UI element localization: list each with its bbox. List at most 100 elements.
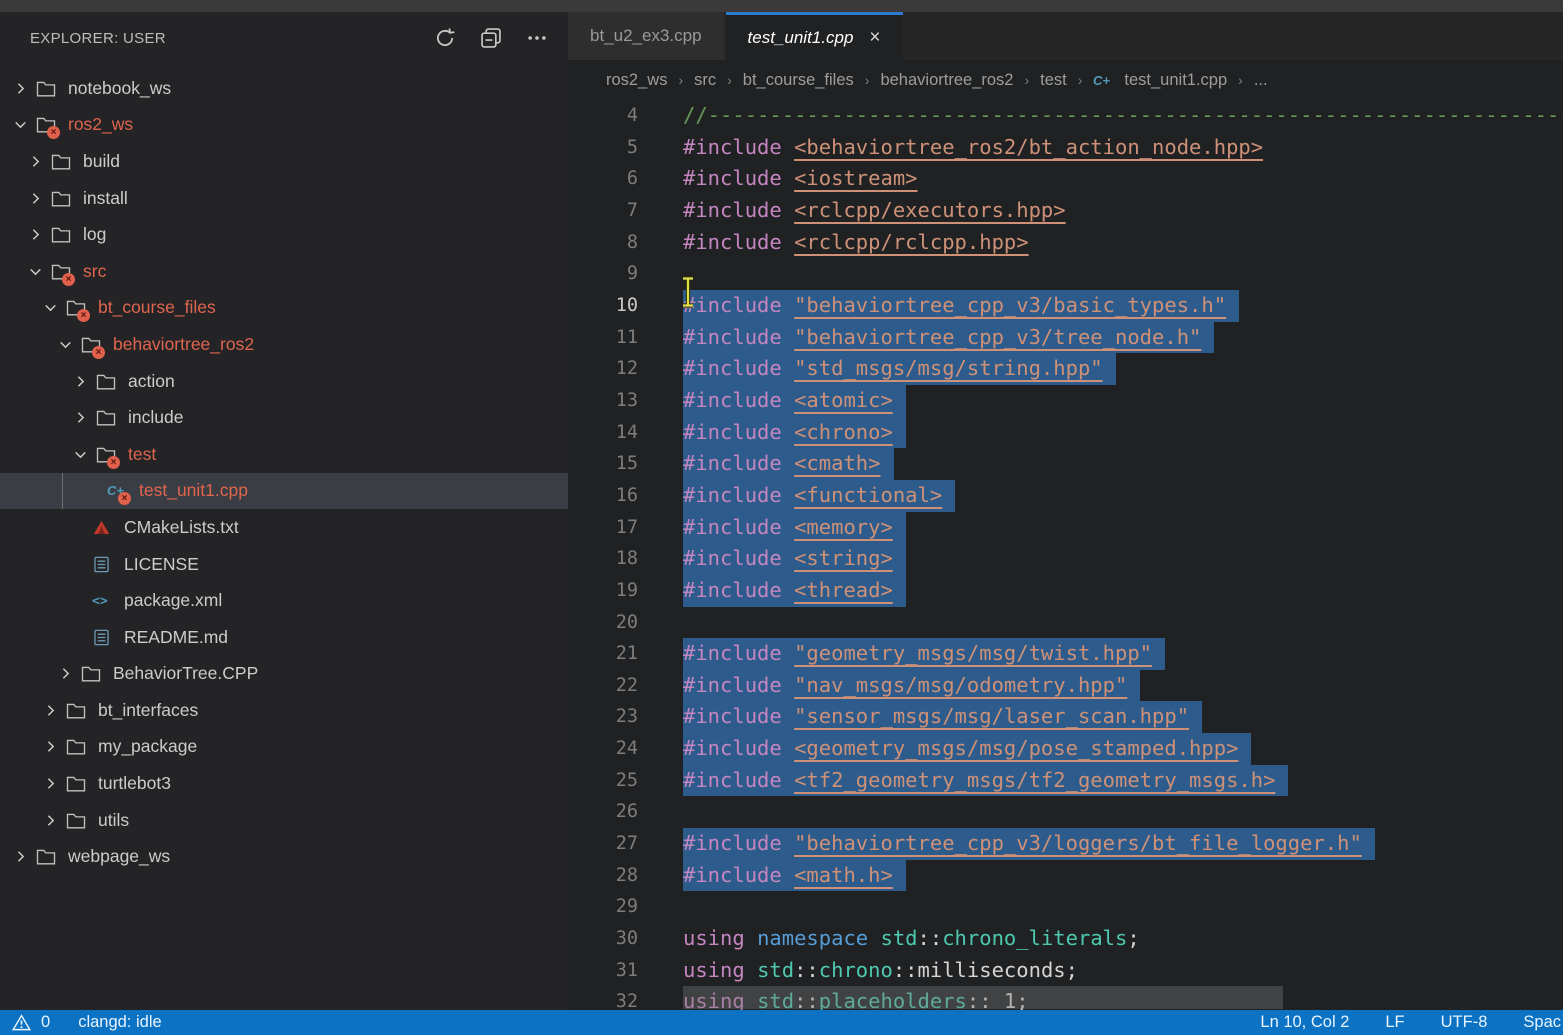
chevron-right-icon[interactable] — [42, 738, 66, 755]
refresh-explorer-icon[interactable] — [434, 27, 456, 49]
chevron-right-icon[interactable] — [42, 812, 66, 829]
tree-item-behaviortree_ros2[interactable]: ×behaviortree_ros2 — [0, 326, 568, 363]
code-line-18[interactable]: 18#include <string> — [568, 543, 1563, 575]
code-line-30[interactable]: 30using namespace std::chrono_literals; — [568, 923, 1563, 955]
chevron-down-icon[interactable] — [27, 263, 51, 280]
breadcrumb-separator-icon: › — [678, 72, 683, 88]
folder-icon — [51, 153, 83, 170]
tree-item-webpage_ws[interactable]: webpage_ws — [0, 838, 568, 875]
code-line-15[interactable]: 15#include <cmath> — [568, 448, 1563, 480]
code-line-16[interactable]: 16#include <functional> — [568, 480, 1563, 512]
problems-count[interactable]: 0 — [41, 1013, 50, 1032]
tree-item-README.md[interactable]: README.md — [0, 619, 568, 656]
cursor-position[interactable]: Ln 10, Col 2 — [1260, 1013, 1349, 1032]
code-line-31[interactable]: 31using std::chrono::milliseconds; — [568, 955, 1563, 987]
code-line-5[interactable]: 5#include <behaviortree_ros2/bt_action_n… — [568, 132, 1563, 164]
code-line-4[interactable]: 4//-------------------------------------… — [568, 100, 1563, 132]
tree-item-test_unit1.cpp[interactable]: C+×test_unit1.cpp — [0, 473, 568, 510]
chevron-right-icon[interactable] — [42, 775, 66, 792]
code-line-13[interactable]: 13#include <atomic> — [568, 385, 1563, 417]
tree-item-label: BehaviorTree.CPP — [113, 663, 258, 684]
chevron-right-icon[interactable] — [27, 226, 51, 243]
tree-item-install[interactable]: install — [0, 180, 568, 217]
breadcrumb-item-ros2_ws[interactable]: ros2_ws — [606, 71, 667, 90]
indent-indicator[interactable]: Spac — [1523, 1013, 1561, 1032]
chevron-right-icon[interactable] — [27, 153, 51, 170]
code-line-12[interactable]: 12#include "std_msgs/msg/string.hpp" — [568, 353, 1563, 385]
breadcrumb-item-behaviortree_ros2[interactable]: behaviortree_ros2 — [880, 71, 1013, 90]
code-line-17[interactable]: 17#include <memory> — [568, 512, 1563, 544]
tab-test_unit1.cpp[interactable]: test_unit1.cpp× — [726, 12, 903, 60]
breadcrumb-item-bt_course_files[interactable]: bt_course_files — [743, 71, 854, 90]
folder-icon — [66, 812, 98, 829]
code-line-24[interactable]: 24#include <geometry_msgs/msg/pose_stamp… — [568, 733, 1563, 765]
close-tab-icon[interactable]: × — [869, 28, 880, 47]
folder-icon — [66, 702, 98, 719]
folder-icon: × — [96, 446, 128, 463]
code-line-7[interactable]: 7#include <rclcpp/executors.hpp> — [568, 195, 1563, 227]
window-title-strip — [0, 0, 1563, 12]
breadcrumb-item-...[interactable]: ... — [1254, 71, 1268, 90]
chevron-right-icon[interactable] — [72, 409, 96, 426]
code-line-29[interactable]: 29 — [568, 891, 1563, 923]
tab-bt_u2_ex3.cpp[interactable]: bt_u2_ex3.cpp — [568, 12, 724, 60]
tree-item-package.xml[interactable]: <>package.xml — [0, 582, 568, 619]
tree-item-bt_course_files[interactable]: ×bt_course_files — [0, 290, 568, 327]
line-content: using std::chrono::milliseconds; — [638, 955, 1078, 987]
chevron-down-icon[interactable] — [12, 116, 36, 133]
chevron-right-icon[interactable] — [27, 190, 51, 207]
code-line-14[interactable]: 14#include <chrono> — [568, 417, 1563, 449]
tree-item-test[interactable]: ×test — [0, 436, 568, 473]
code-line-9[interactable]: 9 — [568, 258, 1563, 290]
tree-item-bt_interfaces[interactable]: bt_interfaces — [0, 692, 568, 729]
code-line-10[interactable]: 10#include "behaviortree_cpp_v3/basic_ty… — [568, 290, 1563, 322]
code-line-22[interactable]: 22#include "nav_msgs/msg/odometry.hpp" — [568, 670, 1563, 702]
chevron-right-icon[interactable] — [57, 665, 81, 682]
tree-item-log[interactable]: log — [0, 216, 568, 253]
code-line-11[interactable]: 11#include "behaviortree_cpp_v3/tree_nod… — [568, 322, 1563, 354]
more-actions-icon[interactable] — [526, 27, 548, 49]
code-line-27[interactable]: 27#include "behaviortree_cpp_v3/loggers/… — [568, 828, 1563, 860]
breadcrumb-item-test_unit1.cpp[interactable]: C+test_unit1.cpp — [1093, 71, 1227, 90]
chevron-right-icon[interactable] — [42, 702, 66, 719]
tree-item-LICENSE[interactable]: LICENSE — [0, 546, 568, 583]
code-token: <chrono> — [794, 420, 893, 444]
encoding-indicator[interactable]: UTF-8 — [1441, 1013, 1488, 1032]
code-line-20[interactable]: 20 — [568, 607, 1563, 639]
eol-indicator[interactable]: LF — [1385, 1013, 1404, 1032]
code-line-8[interactable]: 8#include <rclcpp/rclcpp.hpp> — [568, 227, 1563, 259]
clangd-status[interactable]: clangd: idle — [78, 1013, 161, 1032]
tree-item-my_package[interactable]: my_package — [0, 729, 568, 766]
tree-item-CMakeLists.txt[interactable]: CMakeLists.txt — [0, 509, 568, 546]
code-token: #include — [683, 704, 794, 728]
code-line-6[interactable]: 6#include <iostream> — [568, 163, 1563, 195]
code-line-25[interactable]: 25#include <tf2_geometry_msgs/tf2_geomet… — [568, 765, 1563, 797]
tree-item-notebook_ws[interactable]: notebook_ws — [0, 70, 568, 107]
code-line-23[interactable]: 23#include "sensor_msgs/msg/laser_scan.h… — [568, 701, 1563, 733]
tree-item-build[interactable]: build — [0, 143, 568, 180]
chevron-down-icon[interactable] — [42, 299, 66, 316]
tree-item-BehaviorTree.CPP[interactable]: BehaviorTree.CPP — [0, 656, 568, 693]
chevron-right-icon[interactable] — [12, 848, 36, 865]
tree-item-include[interactable]: include — [0, 399, 568, 436]
chevron-down-icon[interactable] — [72, 446, 96, 463]
breadcrumb-item-src[interactable]: src — [694, 71, 716, 90]
tree-item-ros2_ws[interactable]: ×ros2_ws — [0, 107, 568, 144]
line-content — [638, 796, 721, 828]
code-line-19[interactable]: 19#include <thread> — [568, 575, 1563, 607]
tree-item-utils[interactable]: utils — [0, 802, 568, 839]
warning-icon[interactable] — [12, 1014, 31, 1031]
chevron-down-icon[interactable] — [57, 336, 81, 353]
tree-item-action[interactable]: action — [0, 363, 568, 400]
chevron-right-icon[interactable] — [12, 80, 36, 97]
code-line-21[interactable]: 21#include "geometry_msgs/msg/twist.hpp" — [568, 638, 1563, 670]
breadcrumb-item-test[interactable]: test — [1040, 71, 1067, 90]
collapse-folders-icon[interactable] — [480, 27, 502, 49]
code-line-28[interactable]: 28#include <math.h> — [568, 860, 1563, 892]
tree-item-turtlebot3[interactable]: turtlebot3 — [0, 765, 568, 802]
chevron-right-icon[interactable] — [72, 373, 96, 390]
code-line-26[interactable]: 26 — [568, 796, 1563, 828]
code-token — [745, 926, 757, 950]
tree-item-src[interactable]: ×src — [0, 253, 568, 290]
horizontal-scrollbar[interactable] — [683, 986, 1283, 1009]
